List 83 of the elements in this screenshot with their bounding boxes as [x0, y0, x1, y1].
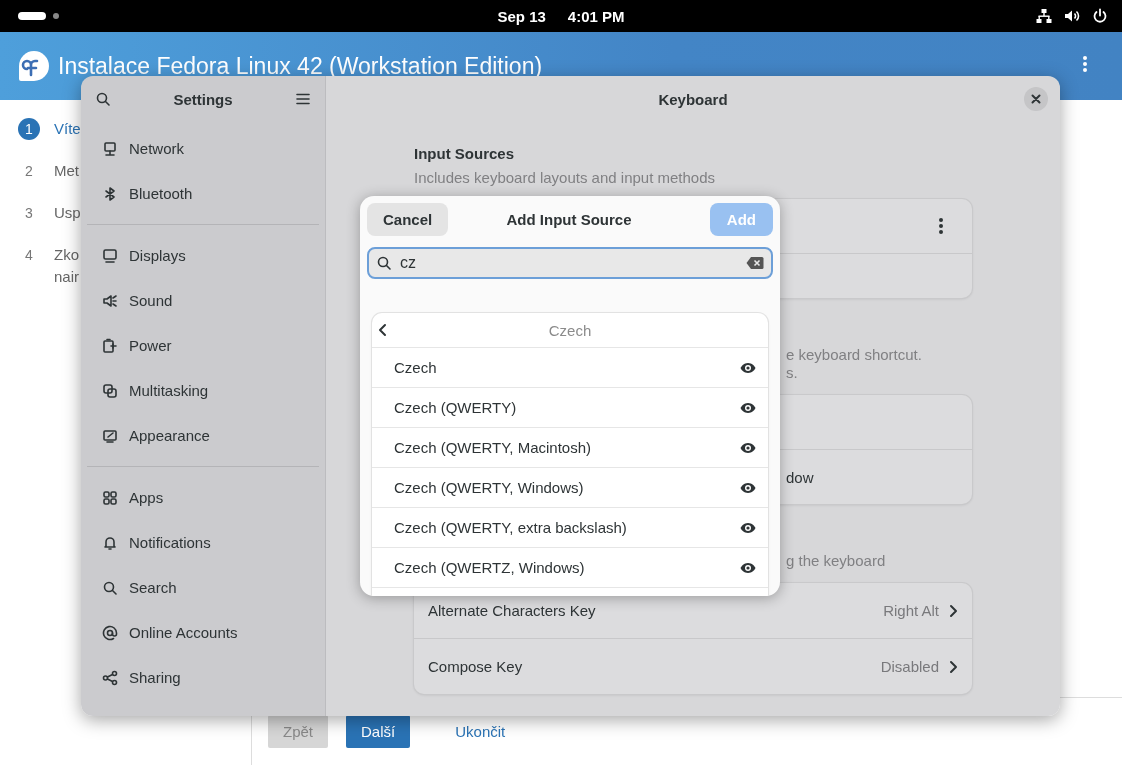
sidebar-item[interactable]: Power [129, 337, 172, 354]
search-icon [376, 255, 392, 271]
search-field[interactable]: cz [400, 254, 738, 272]
close-button[interactable] [1024, 87, 1048, 111]
display-icon [102, 247, 118, 264]
search-icon [102, 579, 118, 596]
sidebar-item[interactable]: Displays [129, 247, 186, 264]
more-icon[interactable] [938, 217, 944, 235]
sidebar-item[interactable]: Sharing [129, 669, 181, 686]
date: Sep 13 [497, 7, 546, 25]
back-button[interactable] [378, 323, 387, 337]
layout-item[interactable]: Czech (QWERTY) [394, 399, 740, 416]
logo-icon [18, 50, 50, 82]
sidebar-item[interactable]: Appearance [129, 427, 210, 444]
next-button[interactable]: Další [346, 715, 411, 748]
monitor-icon [102, 140, 118, 157]
step-label[interactable]: Met [54, 160, 79, 182]
step-label[interactable]: Víte [54, 118, 81, 140]
sidebar-item[interactable]: Search [129, 579, 177, 596]
step-number: 2 [24, 162, 34, 181]
step-label[interactable]: Usp [54, 202, 81, 224]
eye-icon[interactable] [740, 521, 756, 534]
step-number: 1 [18, 118, 40, 140]
section-subtitle: s. [786, 364, 798, 382]
bell-icon [102, 534, 118, 551]
sidebar-item[interactable]: Multitasking [129, 382, 209, 399]
eye-icon[interactable] [740, 561, 756, 574]
row-label[interactable]: Alternate Characters Key [428, 602, 596, 619]
page-title: Keyboard [658, 90, 728, 108]
search-icon [95, 91, 111, 107]
screen-brush-icon [102, 427, 118, 444]
windows-icon [102, 382, 118, 399]
section-subtitle: e keyboard shortcut. [786, 346, 922, 364]
share-icon [102, 669, 118, 686]
speaker-icon [102, 292, 118, 309]
menu-icon[interactable] [1082, 55, 1088, 73]
step-number: 4 [24, 246, 34, 265]
time: 4:01 PM [567, 7, 625, 25]
chevron-icon [949, 659, 958, 674]
layout-item[interactable]: Czech (QWERTZ, Windows) [394, 559, 740, 576]
eye-icon[interactable] [740, 441, 756, 454]
workspace-dot[interactable] [53, 13, 59, 19]
battery-plug-icon [102, 337, 118, 354]
step-number: 3 [24, 204, 34, 223]
sidebar-item[interactable]: Bluetooth [129, 185, 193, 202]
sidebar-item[interactable]: Apps [129, 489, 164, 506]
grid-icon [102, 489, 118, 506]
activities-indicator[interactable] [18, 12, 46, 20]
section-subtitle: g the keyboard [786, 552, 886, 570]
sidebar-item[interactable]: Sound [129, 292, 173, 309]
list-header: Czech [548, 321, 592, 339]
clear-icon[interactable] [746, 256, 764, 270]
row-label[interactable]: dow [786, 468, 814, 486]
row-value: Disabled [880, 658, 939, 675]
dialog-title: Add Input Source [506, 211, 632, 228]
sidebar-item[interactable]: Network [129, 140, 184, 157]
section-subtitle: Includes keyboard layouts and input methods [414, 169, 717, 187]
quit-link[interactable]: Ukončit [440, 715, 521, 748]
layout-item[interactable]: Czech [394, 359, 740, 376]
row-label[interactable]: Compose Key [428, 658, 523, 675]
chevron-icon [949, 603, 958, 618]
close-icon[interactable] [1031, 94, 1041, 104]
sidebar-title: Settings [173, 90, 233, 108]
layout-item[interactable]: Czech (QWERTY, Macintosh) [394, 439, 740, 456]
eye-icon[interactable] [740, 361, 756, 374]
sidebar-item[interactable]: Online Accounts [129, 624, 238, 641]
cancel-button[interactable]: Cancel [367, 203, 449, 236]
network-icon[interactable] [1036, 8, 1052, 24]
eye-icon[interactable] [740, 401, 756, 414]
at-sign-icon [102, 624, 118, 641]
volume-icon[interactable] [1064, 8, 1080, 24]
step-label[interactable]: Zko nair [54, 244, 79, 288]
eye-icon[interactable] [740, 481, 756, 494]
search-bar[interactable]: cz [367, 247, 773, 279]
layout-item[interactable]: Czech (QWERTY, extra backslash) [394, 519, 740, 536]
section-title: Input Sources [414, 145, 515, 163]
menu-icon [295, 91, 311, 107]
row-value: Right Alt [883, 602, 939, 619]
layout-item[interactable]: Czech (QWERTY, Windows) [394, 479, 740, 496]
bluetooth-icon [102, 185, 118, 202]
sidebar-item[interactable]: Notifications [129, 534, 211, 551]
power-icon[interactable] [1092, 8, 1108, 24]
installer-title: Instalace Fedora Linux 42 (Workstation Edition) [58, 52, 543, 80]
